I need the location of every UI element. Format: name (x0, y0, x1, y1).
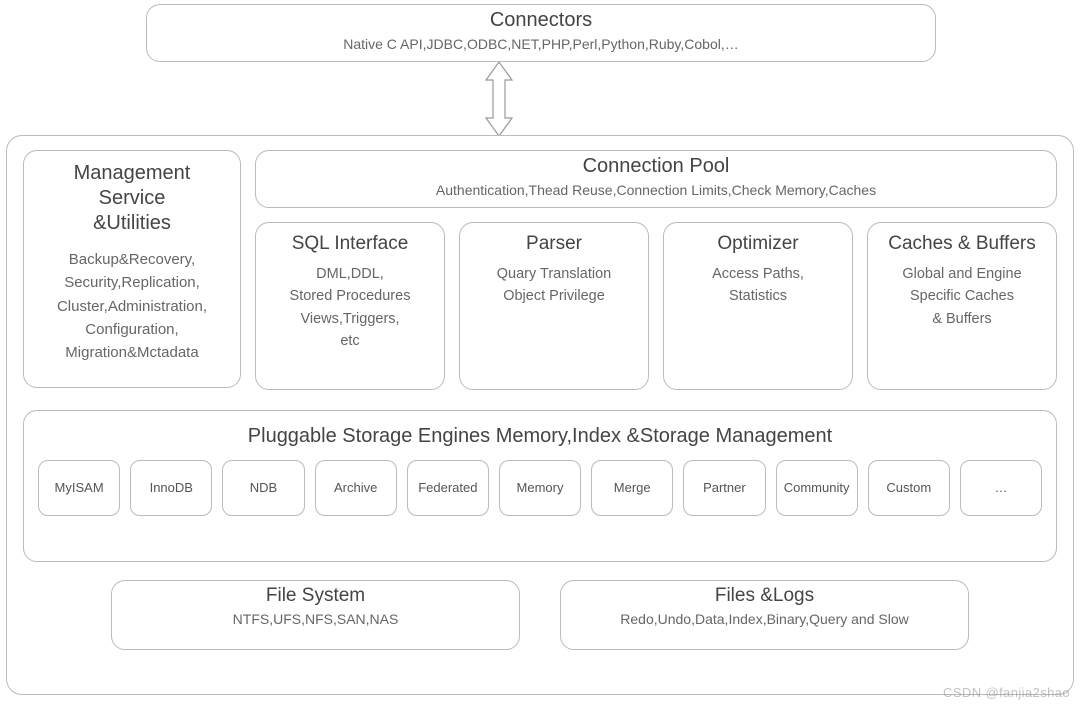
file-system-title: File System (112, 581, 519, 607)
parser-title: Parser (466, 227, 642, 261)
caches-buffers-title: Caches & Buffers (874, 227, 1050, 261)
engine-innodb: InnoDB (130, 460, 212, 516)
optimizer-subtitle: Access Paths, Statistics (670, 261, 846, 314)
sql-interface-subtitle: DML,DDL, Stored Procedures Views,Trigger… (262, 261, 438, 359)
caches-buffers-subtitle: Global and Engine Specific Caches & Buff… (874, 261, 1050, 336)
sql-interface-title: SQL Interface (262, 227, 438, 261)
engine-more: … (960, 460, 1042, 516)
management-subtitle: Backup&Recovery, Security,Replication, C… (32, 246, 232, 370)
bidirectional-arrow-icon (480, 62, 518, 136)
main-panel: Management Service &Utilities Backup&Rec… (6, 135, 1074, 695)
engine-federated: Federated (407, 460, 489, 516)
storage-engines-box: Pluggable Storage Engines Memory,Index &… (23, 410, 1057, 562)
connection-pool-box: Connection Pool Authentication,Thead Reu… (255, 150, 1057, 208)
file-system-box: File System NTFS,UFS,NFS,SAN,NAS (111, 580, 520, 650)
engine-ndb: NDB (222, 460, 304, 516)
files-logs-subtitle: Redo,Undo,Data,Index,Binary,Query and Sl… (561, 607, 968, 636)
engine-memory: Memory (499, 460, 581, 516)
files-logs-box: Files &Logs Redo,Undo,Data,Index,Binary,… (560, 580, 969, 650)
caches-buffers-box: Caches & Buffers Global and Engine Speci… (867, 222, 1057, 390)
engine-archive: Archive (315, 460, 397, 516)
connectors-box: Connectors Native C API,JDBC,ODBC,NET,PH… (146, 4, 936, 62)
engine-myisam: MyISAM (38, 460, 120, 516)
engine-row: MyISAM InnoDB NDB Archive Federated Memo… (38, 460, 1042, 516)
parser-box: Parser Quary Translation Object Privileg… (459, 222, 649, 390)
sql-interface-box: SQL Interface DML,DDL, Stored Procedures… (255, 222, 445, 390)
management-title: Management Service &Utilities (32, 157, 232, 246)
optimizer-title: Optimizer (670, 227, 846, 261)
file-system-subtitle: NTFS,UFS,NFS,SAN,NAS (112, 607, 519, 636)
right-column: Connection Pool Authentication,Thead Reu… (255, 150, 1057, 390)
engine-custom: Custom (868, 460, 950, 516)
engine-partner: Partner (683, 460, 765, 516)
optimizer-box: Optimizer Access Paths, Statistics (663, 222, 853, 390)
watermark-text: CSDN @fanjia2shao (943, 685, 1070, 700)
connectors-subtitle: Native C API,JDBC,ODBC,NET,PHP,Perl,Pyth… (147, 32, 935, 61)
engine-community: Community (776, 460, 858, 516)
engine-merge: Merge (591, 460, 673, 516)
management-box: Management Service &Utilities Backup&Rec… (23, 150, 241, 388)
parser-subtitle: Quary Translation Object Privilege (466, 261, 642, 314)
files-logs-title: Files &Logs (561, 581, 968, 607)
storage-engines-title: Pluggable Storage Engines Memory,Index &… (38, 421, 1042, 460)
bottom-row: File System NTFS,UFS,NFS,SAN,NAS Files &… (23, 580, 1057, 650)
top-row: Management Service &Utilities Backup&Rec… (23, 150, 1057, 390)
connection-pool-subtitle: Authentication,Thead Reuse,Connection Li… (256, 178, 1056, 207)
connectors-title: Connectors (147, 5, 935, 32)
modules-row: SQL Interface DML,DDL, Stored Procedures… (255, 222, 1057, 390)
connection-pool-title: Connection Pool (256, 151, 1056, 178)
